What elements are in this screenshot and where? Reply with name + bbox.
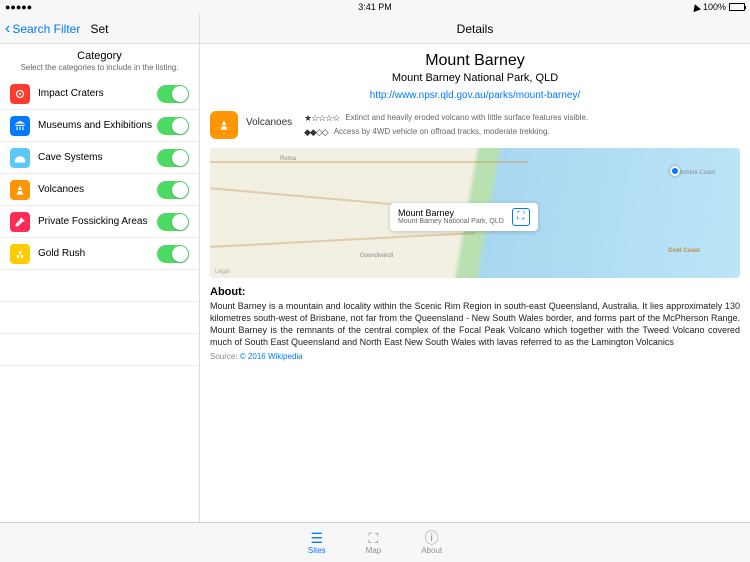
category-row-gold[interactable]: Gold Rush bbox=[0, 238, 199, 270]
tab-label: Sites bbox=[308, 546, 326, 555]
category-list: Impact Craters Museums and Exhibitions C… bbox=[0, 78, 199, 270]
status-time: 3:41 PM bbox=[358, 2, 392, 12]
rating-line: ★☆☆☆☆ Extinct and heavily eroded volcano… bbox=[304, 111, 740, 125]
difficulty-rating: ◆◆◇◇ bbox=[304, 125, 328, 139]
info-icon: ⓘ bbox=[425, 531, 439, 545]
category-label: Gold Rush bbox=[38, 248, 157, 259]
map-town-label: Roma bbox=[280, 156, 296, 162]
empty-row bbox=[0, 270, 199, 302]
gold-rush-icon bbox=[10, 244, 30, 264]
tab-bar: ☰ Sites ⛶ Map ⓘ About bbox=[0, 522, 750, 562]
chevron-left-icon: ‹ bbox=[5, 21, 10, 37]
fossicking-icon bbox=[10, 212, 30, 232]
battery-icon bbox=[729, 3, 745, 11]
map-view[interactable]: Roma Sunshine Coast Goondiwindi Gold Coa… bbox=[210, 148, 740, 278]
source-link[interactable]: © 2016 Wikipedia bbox=[240, 352, 303, 361]
category-row-volcanoes[interactable]: Volcanoes bbox=[0, 174, 199, 206]
toggle-fossicking[interactable] bbox=[157, 213, 189, 231]
map-pin-icon[interactable] bbox=[670, 166, 680, 176]
source-label: Source: bbox=[210, 352, 238, 361]
map-expand-icon[interactable]: ⛶ bbox=[512, 208, 530, 226]
left-nav-bar: ‹ Search Filter Set bbox=[0, 14, 199, 44]
status-bar: ●●●●● 3:41 PM 100% bbox=[0, 0, 750, 14]
site-name: Mount Barney bbox=[210, 52, 740, 70]
info-details: ★☆☆☆☆ Extinct and heavily eroded volcano… bbox=[304, 111, 740, 140]
info-row: Volcanoes ★☆☆☆☆ Extinct and heavily erod… bbox=[210, 111, 740, 140]
tab-map[interactable]: ⛶ Map bbox=[366, 531, 382, 555]
site-link-row: http://www.npsr.qld.gov.au/parks/mount-b… bbox=[210, 90, 740, 101]
battery-pct: 100% bbox=[703, 2, 726, 12]
about-heading: About: bbox=[210, 286, 740, 298]
category-label: Impact Craters bbox=[38, 88, 157, 99]
impact-crater-icon bbox=[10, 84, 30, 104]
details-body: Mount Barney Mount Barney National Park,… bbox=[200, 44, 750, 369]
toggle-impact[interactable] bbox=[157, 85, 189, 103]
right-panel: Details Mount Barney Mount Barney Nation… bbox=[200, 14, 750, 522]
map-town-label: Gold Coast bbox=[668, 248, 700, 254]
map-legal-link[interactable]: Legal bbox=[215, 269, 230, 275]
callout-subtitle: Mount Barney National Park, QLD bbox=[398, 218, 504, 225]
volcano-icon bbox=[10, 180, 30, 200]
cave-icon bbox=[10, 148, 30, 168]
right-nav-title: Details bbox=[457, 22, 494, 36]
museum-icon bbox=[10, 116, 30, 136]
source-row: Source: © 2016 Wikipedia bbox=[210, 352, 740, 361]
access-text: Access by 4WD vehicle on offroad tracks,… bbox=[334, 126, 550, 139]
category-label: Cave Systems bbox=[38, 152, 157, 163]
category-row-impact[interactable]: Impact Craters bbox=[0, 78, 199, 110]
category-label: Volcanoes bbox=[38, 184, 157, 195]
empty-rows bbox=[0, 270, 199, 366]
category-row-fossicking[interactable]: Private Fossicking Areas bbox=[0, 206, 199, 238]
category-subtitle: Select the categories to include in the … bbox=[0, 62, 199, 76]
list-icon: ☰ bbox=[310, 531, 323, 545]
toggle-museums[interactable] bbox=[157, 117, 189, 135]
toggle-gold[interactable] bbox=[157, 245, 189, 263]
map-callout[interactable]: Mount Barney Mount Barney National Park,… bbox=[390, 203, 538, 231]
right-nav-bar: Details bbox=[200, 14, 750, 44]
site-type: Volcanoes bbox=[246, 111, 296, 128]
left-nav-title: Set bbox=[90, 22, 108, 36]
volcano-type-icon bbox=[210, 111, 238, 139]
left-panel: ‹ Search Filter Set Category Select the … bbox=[0, 14, 200, 522]
map-town-label: Goondiwindi bbox=[360, 253, 393, 259]
rating-text: Extinct and heavily eroded volcano with … bbox=[345, 112, 588, 125]
location-icon bbox=[691, 2, 701, 11]
about-text: Mount Barney is a mountain and locality … bbox=[210, 300, 740, 349]
empty-row bbox=[0, 302, 199, 334]
category-title: Category bbox=[0, 50, 199, 62]
back-button[interactable]: ‹ Search Filter bbox=[5, 21, 80, 37]
map-icon: ⛶ bbox=[369, 531, 379, 545]
category-label: Museums and Exhibitions bbox=[38, 120, 157, 131]
category-label: Private Fossicking Areas bbox=[38, 216, 157, 227]
access-line: ◆◆◇◇ Access by 4WD vehicle on offroad tr… bbox=[304, 125, 740, 139]
status-left: ●●●●● bbox=[5, 2, 32, 12]
tab-label: Map bbox=[366, 546, 382, 555]
star-rating: ★☆☆☆☆ bbox=[304, 111, 339, 125]
category-row-museums[interactable]: Museums and Exhibitions bbox=[0, 110, 199, 142]
category-header: Category Select the categories to includ… bbox=[0, 44, 199, 78]
status-right: 100% bbox=[692, 2, 745, 12]
tab-sites[interactable]: ☰ Sites bbox=[308, 531, 326, 555]
tab-label: About bbox=[421, 546, 442, 555]
site-url-link[interactable]: http://www.npsr.qld.gov.au/parks/mount-b… bbox=[370, 90, 580, 101]
tab-about[interactable]: ⓘ About bbox=[421, 531, 442, 555]
toggle-volcanoes[interactable] bbox=[157, 181, 189, 199]
empty-row bbox=[0, 334, 199, 366]
callout-title: Mount Barney bbox=[398, 208, 504, 218]
site-park: Mount Barney National Park, QLD bbox=[210, 72, 740, 84]
back-label: Search Filter bbox=[12, 22, 80, 36]
category-row-cave[interactable]: Cave Systems bbox=[0, 142, 199, 174]
toggle-cave[interactable] bbox=[157, 149, 189, 167]
